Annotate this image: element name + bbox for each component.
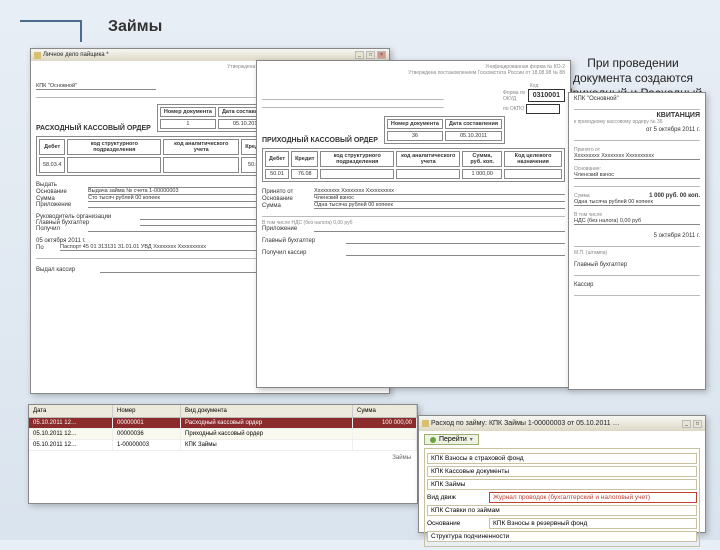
col-analytic: код аналитического учета bbox=[163, 139, 239, 155]
window-title: Личное дело пайщика * bbox=[43, 52, 353, 58]
val-debit: 50.01 bbox=[265, 169, 289, 179]
dropdown-option-highlight[interactable]: Журнал проводок (бухгалтерский и налогов… bbox=[489, 492, 697, 503]
kvit-mp: М.П. (штампа) bbox=[574, 250, 700, 256]
journal-row[interactable]: 05.10.2011 12… 00000036 Приходный кассов… bbox=[29, 429, 417, 440]
navigate-label: Перейти bbox=[439, 436, 467, 443]
lbl-po: По bbox=[36, 245, 56, 251]
page-header: Займы bbox=[0, 0, 720, 42]
col-orgcode: код структурного подразделения bbox=[320, 151, 394, 167]
lbl-okpo: по ОКПО bbox=[503, 106, 524, 112]
val-okud: 0310001 bbox=[528, 89, 565, 102]
col-debit: Дебет bbox=[265, 151, 289, 167]
arrow-icon bbox=[430, 437, 436, 443]
kvit-sum-words: Одна тысяча рублей 00 копеек bbox=[574, 199, 700, 206]
val-doc-number: 1 bbox=[160, 119, 216, 129]
doc-heading: РАСХОДНЫЙ КАССОВЫЙ ОРДЕР bbox=[36, 125, 151, 132]
lbl-vydat: Выдать bbox=[36, 182, 84, 188]
val-osnovanie: Членский взнос bbox=[314, 195, 565, 202]
lbl-vydal: Выдал кассир bbox=[36, 267, 96, 273]
window-icon bbox=[422, 420, 429, 427]
minimize-button[interactable]: _ bbox=[355, 51, 364, 59]
lbl-osnovanie: Основание bbox=[36, 189, 84, 195]
col-doc-number: Номер документа bbox=[387, 119, 443, 129]
kvit-nds: НДС (без налога) 0,00 руб bbox=[574, 218, 700, 225]
col-analytic: код аналитического учета bbox=[396, 151, 460, 167]
close-button[interactable]: × bbox=[377, 51, 386, 59]
decor-line bbox=[20, 20, 80, 22]
col-doc-date: Дата составления bbox=[445, 119, 502, 129]
col-orgcode: код структурного подразделения bbox=[67, 139, 161, 155]
chevron-down-icon: ▾ bbox=[470, 436, 473, 443]
maximize-button[interactable]: □ bbox=[366, 51, 375, 59]
journal-header: Дата Номер Вид документа Сумма bbox=[29, 405, 417, 418]
col-type[interactable]: Вид документа bbox=[181, 405, 353, 417]
val-doc-number: 36 bbox=[387, 131, 443, 141]
dropdown-option[interactable]: Структура подчиненности bbox=[427, 531, 697, 542]
col-date[interactable]: Дата bbox=[29, 405, 113, 417]
org-name: КПК "Основной" bbox=[36, 83, 156, 90]
journal-footer: Займы bbox=[29, 451, 417, 465]
dialog-navigate: Расход по займу: КПК Займы 1-00000003 от… bbox=[418, 415, 706, 533]
lbl-glavbuh: Главный бухгалтер bbox=[262, 238, 342, 244]
window-icon bbox=[34, 52, 41, 59]
minimize-button[interactable]: _ bbox=[682, 420, 691, 428]
lbl-osnovanie: Основание bbox=[262, 196, 310, 202]
journal-row[interactable]: 05.10.2011 12… 1-00000003 КПК Займы bbox=[29, 440, 417, 451]
doc-heading: ПРИХОДНЫЙ КАССОВЫЙ ОРДЕР bbox=[262, 137, 378, 144]
val-prinyato: Ххххххххх Хххххххх Хххххххххх bbox=[314, 188, 565, 195]
lbl-prilozhenie: Приложение bbox=[262, 226, 310, 232]
col-credit: Кредит bbox=[291, 151, 318, 167]
decor-line bbox=[80, 20, 82, 42]
doc-receipt: КПК "Основной" КВИТАНЦИЯ к приходному ка… bbox=[568, 92, 706, 390]
kvit-title: КВИТАНЦИЯ bbox=[574, 112, 700, 119]
form-subtitle2: Утверждена постановлением Госкомстата Ро… bbox=[262, 70, 565, 76]
val-debit: 58.03.4 bbox=[39, 157, 65, 173]
kvit-sum-val: 1 000 руб. 00 коп. bbox=[649, 193, 700, 199]
lbl-prilozhenie: Приложение bbox=[36, 202, 84, 208]
kvit-osn-val: Членский взнос bbox=[574, 172, 700, 179]
journal-row[interactable]: 05.10.2011 12… 00000001 Расходный кассов… bbox=[29, 418, 417, 429]
page-title: Займы bbox=[108, 18, 162, 36]
dropdown-option[interactable]: КПК Взносы в страховой фонд bbox=[427, 453, 697, 464]
dropdown-option[interactable]: КПК Взносы в резервный фонд bbox=[489, 518, 697, 529]
val-summa: Одна тысяча рублей 00 копеек bbox=[314, 202, 565, 209]
col-sum: Сумма, руб. коп. bbox=[462, 151, 502, 167]
col-sum[interactable]: Сумма bbox=[353, 405, 417, 417]
lbl-summa: Сумма bbox=[262, 203, 310, 209]
kvit-subtitle: к приходному кассовому ордеру № 36 bbox=[574, 119, 700, 125]
kvit-from-val: Ххххххххх Хххххххх Хххххххххх bbox=[574, 153, 700, 160]
doc-income-order: Унифицированная форма № КО-2 Утверждена … bbox=[256, 60, 571, 388]
dropdown-option[interactable]: КПК Ставки по займам bbox=[427, 505, 697, 516]
col-purpose: Код целевого назначения bbox=[504, 151, 562, 167]
val-credit: 76.08 bbox=[291, 169, 318, 179]
journal-window: Дата Номер Вид документа Сумма 05.10.201… bbox=[28, 404, 418, 504]
lbl-osn: Основание bbox=[427, 520, 485, 527]
lbl-okud: Форма по ОКУД bbox=[503, 90, 526, 102]
col-debit: Дебет bbox=[39, 139, 65, 155]
lbl-poluchil: Получил bbox=[36, 226, 84, 232]
col-doc-number: Номер документа bbox=[160, 107, 216, 117]
maximize-button[interactable]: □ bbox=[693, 420, 702, 428]
dropdown-option[interactable]: КПК Займы bbox=[427, 479, 697, 490]
lbl-poluchil: Получил кассир bbox=[262, 250, 342, 256]
lbl-prinyato: Принято от bbox=[262, 189, 310, 195]
val-sum: 1 000,00 bbox=[462, 169, 502, 179]
lbl-vid: Вид движ bbox=[427, 494, 485, 501]
dialog-title: Расход по займу: КПК Займы 1-00000003 от… bbox=[431, 420, 680, 427]
navigate-button[interactable]: Перейти ▾ bbox=[424, 434, 479, 445]
col-num[interactable]: Номер bbox=[113, 405, 181, 417]
dropdown-option[interactable]: КПК Кассовые документы bbox=[427, 466, 697, 477]
val-doc-date: 05.10.2011 bbox=[445, 131, 502, 141]
